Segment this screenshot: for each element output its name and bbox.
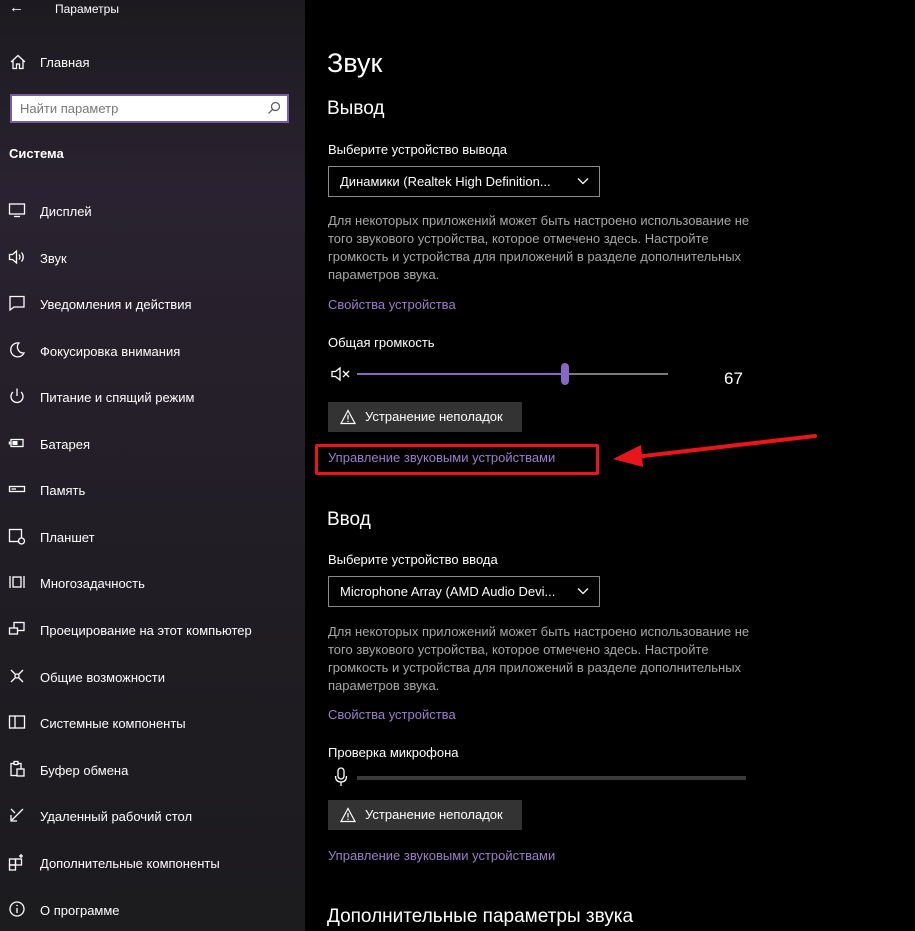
output-note: Для некоторых приложений может быть наст… [328,213,750,282]
speaker-icon [8,249,24,265]
sidebar-item[interactable]: Удаленный рабочий стол [0,801,305,831]
system-components-icon [8,715,26,729]
sidebar: ← Параметры Главная Система Дисплей Звук У… [0,0,305,931]
input-troubleshoot-button[interactable]: Устранение неполадок [328,800,522,830]
input-device-value: Microphone Array (AMD Audio Devi... [340,584,556,599]
output-device-value: Динамики (Realtek High Definition... [340,174,551,189]
output-device-label: Выберите устройство вывода [328,142,508,157]
input-properties-link[interactable]: Свойства устройства [328,707,456,722]
warning-icon [340,807,356,823]
search-input[interactable] [12,96,262,121]
sidebar-item[interactable]: Память [0,475,305,505]
button-label: Устранение неполадок [365,409,503,424]
display-icon [8,203,26,218]
optional-features-icon [8,854,23,871]
back-arrow-icon[interactable]: ← [9,0,24,16]
sidebar-item[interactable]: Буфер обмена [0,755,305,785]
storage-icon [8,485,26,493]
sidebar-item-label: Батарея [40,437,91,452]
shared-experiences-icon [10,669,24,683]
sidebar-item[interactable]: Проецирование на этот компьютер [0,615,305,645]
sidebar-item-label: Дополнительные компоненты [40,856,220,871]
remote-desktop-icon [10,808,24,822]
sidebar-item[interactable]: Системные компоненты [0,708,305,738]
sidebar-item[interactable]: Дисплей [0,196,305,226]
sidebar-item-label: Главная [40,55,90,70]
page-title: Звук [327,48,383,78]
sidebar-item[interactable]: Уведомления и действия [0,289,305,319]
input-device-dropdown[interactable]: Microphone Array (AMD Audio Devi... [328,576,600,607]
main-content: Звук Вывод Выберите устройство вывода Ди… [305,0,915,931]
power-icon [10,388,24,404]
sidebar-item-label: О программе [40,903,120,918]
search-icon[interactable] [267,101,281,115]
sidebar-item-label: Уведомления и действия [40,297,192,312]
mic-level-bar [357,776,746,780]
advanced-heading: Дополнительные параметры звука [327,906,634,927]
sidebar-item[interactable]: Звук [0,243,305,273]
sidebar-item[interactable]: Фокусировка внимания [0,336,305,366]
chevron-down-icon [577,178,589,185]
output-troubleshoot-button[interactable]: Устранение неполадок [328,402,522,432]
sidebar-item[interactable]: Батарея [0,429,305,459]
sidebar-item[interactable]: Планшет [0,522,305,552]
sidebar-item-label: Фокусировка внимания [40,344,181,359]
multitasking-icon [9,576,25,588]
speaker-muted-icon[interactable] [331,366,351,382]
home-icon [10,54,26,70]
search-box[interactable] [10,94,289,123]
sidebar-item-label: Системные компоненты [40,716,186,731]
volume-label: Общая громкость [328,335,435,350]
input-heading: Ввод [327,509,371,530]
volume-slider-thumb[interactable] [561,363,569,385]
sidebar-item-label: Многозадачность [40,576,145,591]
info-icon [9,901,25,917]
moon-icon [10,342,26,358]
input-device-label: Выберите устройство ввода [328,552,498,567]
chevron-down-icon [577,588,589,595]
output-properties-link[interactable]: Свойства устройства [328,297,456,312]
sidebar-item-label: Питание и спящий режим [40,390,195,405]
sidebar-item-label: Планшет [40,530,95,545]
app-title: Параметры [55,2,119,16]
projecting-icon [8,621,25,635]
section-title: Система [9,146,64,161]
mic-test-label: Проверка микрофона [328,745,459,760]
battery-icon [8,438,24,448]
output-manage-devices-link[interactable]: Управление звуковыми устройствами [328,450,555,465]
sidebar-item-label: Дисплей [40,204,92,219]
volume-slider-fill [357,373,565,375]
annotation-arrow [613,434,817,467]
sidebar-item[interactable]: О программе [0,895,305,925]
sidebar-item-home[interactable]: Главная [0,52,305,74]
input-note: Для некоторых приложений может быть наст… [328,624,750,693]
clipboard-icon [10,760,25,777]
sidebar-item[interactable]: Дополнительные компоненты [0,848,305,878]
sidebar-item-label: Удаленный рабочий стол [40,809,193,824]
title-bar: ← Параметры [0,0,305,20]
input-manage-devices-link[interactable]: Управление звуковыми устройствами [328,848,555,863]
output-device-dropdown[interactable]: Динамики (Realtek High Definition... [328,166,600,197]
sidebar-item-label: Буфер обмена [40,763,129,778]
button-label: Устранение неполадок [365,807,503,822]
sidebar-item[interactable]: Многозадачность [0,568,305,598]
warning-icon [340,409,356,425]
sidebar-item[interactable]: Общие возможности [0,662,305,692]
sidebar-item-label: Звук [40,251,67,266]
notification-icon [9,295,25,312]
sidebar-item-label: Общие возможности [40,670,166,685]
sidebar-item[interactable]: Питание и спящий режим [0,382,305,412]
tablet-icon [8,528,26,545]
microphone-icon [334,767,348,786]
sidebar-item-label: Проецирование на этот компьютер [40,623,252,638]
volume-value: 67 [724,369,743,388]
sidebar-item-label: Память [40,483,86,498]
output-heading: Вывод [327,98,385,119]
